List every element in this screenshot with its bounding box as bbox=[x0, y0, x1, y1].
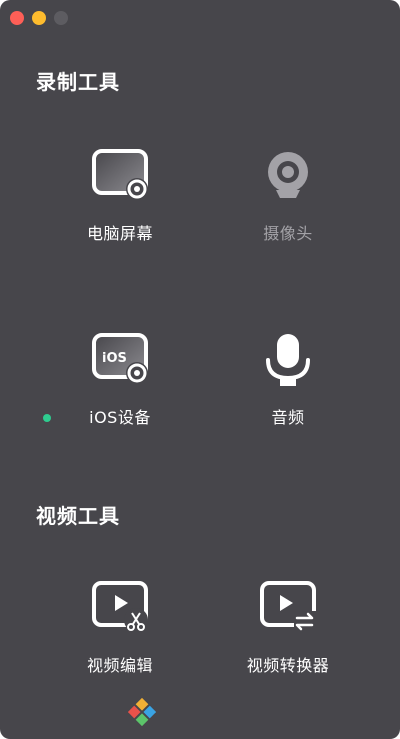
webcam-icon bbox=[256, 146, 320, 210]
window-controls bbox=[10, 11, 68, 25]
webcam-label: 摄像头 bbox=[263, 224, 313, 243]
app-window: 录制工具 电脑屏幕 摄像头 iOS iOS设备 音频 视频工具 视频编辑 视频转… bbox=[0, 0, 400, 739]
ios-device-icon: iOS bbox=[88, 330, 152, 394]
video-convert-tool[interactable]: 视频转换器 bbox=[208, 578, 368, 688]
video-convert-icon bbox=[256, 578, 320, 642]
app-logo-icon bbox=[127, 697, 157, 727]
video-convert-label: 视频转换器 bbox=[246, 656, 330, 675]
video-edit-label: 视频编辑 bbox=[86, 656, 153, 675]
recording-section-title: 录制工具 bbox=[36, 70, 120, 94]
audio-label: 音频 bbox=[271, 408, 305, 427]
microphone-icon bbox=[256, 330, 320, 394]
close-button[interactable] bbox=[10, 11, 24, 25]
zoom-button[interactable] bbox=[54, 11, 68, 25]
video-edit-icon bbox=[88, 578, 152, 642]
ios-device-tool[interactable]: iOS iOS设备 bbox=[40, 330, 200, 440]
video-edit-tool[interactable]: 视频编辑 bbox=[40, 578, 200, 688]
screen-record-label: 电脑屏幕 bbox=[86, 224, 153, 243]
screen-record-tool[interactable]: 电脑屏幕 bbox=[40, 146, 200, 256]
screen-record-icon bbox=[88, 146, 152, 210]
minimize-button[interactable] bbox=[32, 11, 46, 25]
ios-device-label: iOS设备 bbox=[89, 408, 151, 427]
svg-text:iOS: iOS bbox=[102, 351, 127, 366]
video-section-title: 视频工具 bbox=[36, 504, 120, 528]
audio-tool[interactable]: 音频 bbox=[208, 330, 368, 440]
webcam-tool[interactable]: 摄像头 bbox=[208, 146, 368, 256]
